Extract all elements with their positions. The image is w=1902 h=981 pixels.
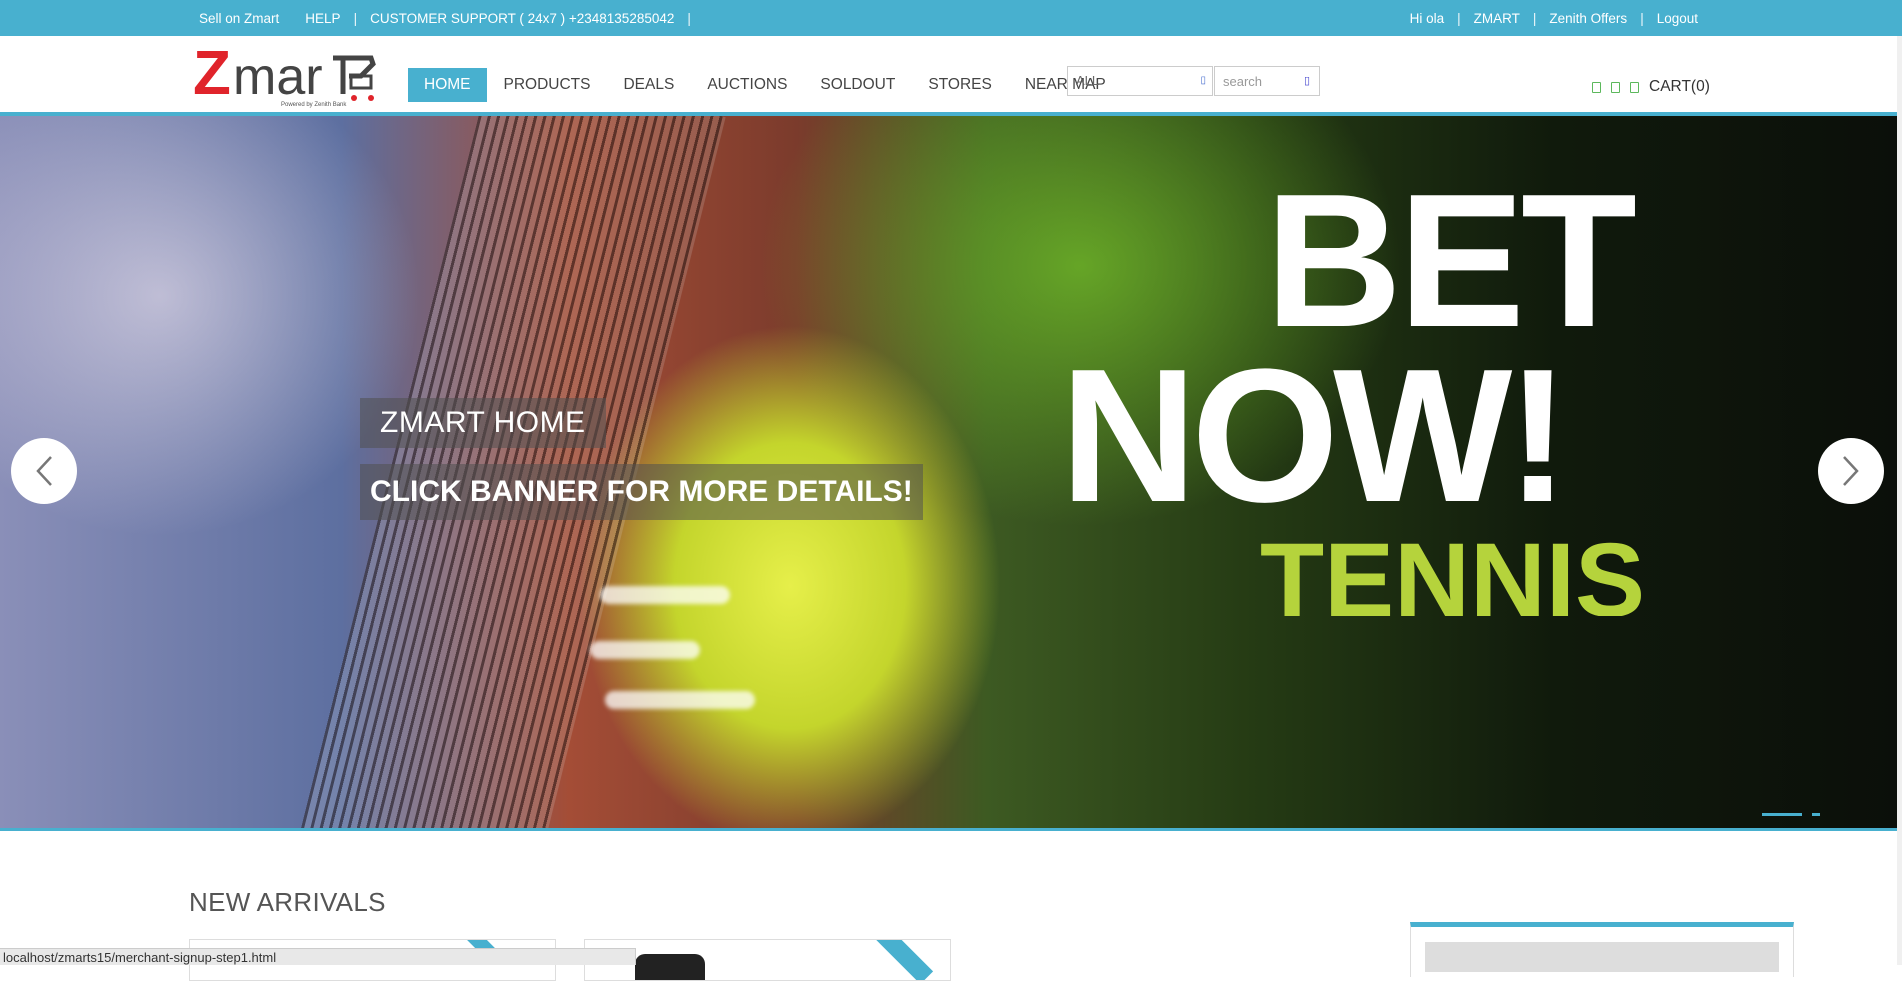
logout-link[interactable]: Logout	[1657, 11, 1698, 26]
carousel-dot[interactable]	[1812, 813, 1820, 816]
chevron-left-icon	[36, 456, 52, 486]
cart-link[interactable]: CART(0)	[1649, 78, 1710, 96]
search-icon[interactable]: ▯	[1297, 71, 1317, 91]
separator: |	[687, 10, 691, 26]
banner-title: ZMART HOME	[360, 398, 606, 448]
new-ribbon	[870, 940, 934, 980]
art-word-tennis: TENNIS	[1260, 522, 1645, 616]
carousel-prev-button[interactable]	[11, 438, 77, 504]
top-bar: Sell on Zmart HELP | CUSTOMER SUPPORT ( …	[0, 0, 1902, 36]
header-actions: CART(0)	[1592, 72, 1710, 102]
main-nav: HOME PRODUCTS DEALS AUCTIONS SOLDOUT STO…	[408, 68, 1123, 102]
carousel-next-button[interactable]	[1818, 438, 1884, 504]
dropdown-icon: ▯	[1200, 75, 1206, 86]
separator: |	[1532, 10, 1537, 26]
separator: |	[1640, 10, 1644, 26]
separator: |	[1457, 10, 1461, 26]
sell-on-zmart-link[interactable]: Sell on Zmart	[199, 11, 279, 26]
zmart-logo[interactable]: Z mar Powered by Zenith Bank	[193, 46, 393, 108]
product-image	[635, 954, 705, 980]
top-bar-left: Sell on Zmart HELP | CUSTOMER SUPPORT ( …	[199, 0, 704, 36]
account-icon[interactable]	[1592, 81, 1601, 93]
wishlist-icon[interactable]	[1611, 81, 1620, 93]
carousel-indicators	[1762, 813, 1830, 816]
browser-status-url: localhost/zmarts15/merchant-signup-step1…	[0, 948, 636, 965]
nav-auctions[interactable]: AUCTIONS	[691, 68, 803, 102]
section-title-new-arrivals: NEW ARRIVALS	[189, 887, 386, 917]
help-link[interactable]: HELP	[305, 11, 340, 26]
zmart-link[interactable]: ZMART	[1474, 11, 1520, 26]
chevron-right-icon	[1843, 456, 1859, 486]
cart-icon[interactable]	[1630, 81, 1639, 93]
sidebar-widget	[1410, 922, 1794, 977]
logo-tagline: Powered by Zenith Bank	[281, 102, 347, 108]
nav-stores[interactable]: STORES	[912, 68, 1007, 102]
sidebar-widget-image[interactable]	[1425, 942, 1779, 972]
greeting-link[interactable]: Hi ola	[1410, 11, 1445, 26]
zenith-offers-link[interactable]: Zenith Offers	[1549, 11, 1627, 26]
page-scrollbar[interactable]	[1897, 36, 1902, 965]
logo-letter: Z	[193, 46, 231, 108]
nav-deals[interactable]: DEALS	[607, 68, 690, 102]
customer-support-link[interactable]: CUSTOMER SUPPORT ( 24x7 ) +2348135285042	[370, 11, 674, 26]
hero-banner[interactable]: BET NOW! TENNIS ZMART HOME CLICK BANNER …	[0, 116, 1897, 831]
ball-motion-streak	[600, 586, 730, 604]
banner-subtitle[interactable]: CLICK BANNER FOR MORE DETAILS!	[360, 464, 923, 520]
bet-now-tennis-art: BET NOW! TENNIS	[1060, 156, 1645, 616]
product-card[interactable]	[584, 939, 951, 981]
category-select[interactable]: ALL ▯	[1067, 66, 1213, 96]
logo-word: mar	[233, 48, 323, 106]
site-header: Z mar Powered by Zenith Bank HOME PRODUC…	[0, 36, 1902, 116]
ball-motion-streak	[590, 641, 700, 659]
ball-motion-streak	[605, 691, 755, 709]
nav-soldout[interactable]: SOLDOUT	[804, 68, 911, 102]
nav-products[interactable]: PRODUCTS	[488, 68, 607, 102]
art-word-now: NOW!	[1060, 330, 1564, 542]
carousel-dot-active[interactable]	[1762, 813, 1802, 816]
separator: |	[353, 10, 358, 26]
nav-home[interactable]: HOME	[408, 68, 487, 102]
category-selected-value: ALL	[1076, 73, 1100, 88]
top-bar-right: Hi ola | ZMART | Zenith Offers | Logout	[1410, 0, 1698, 36]
